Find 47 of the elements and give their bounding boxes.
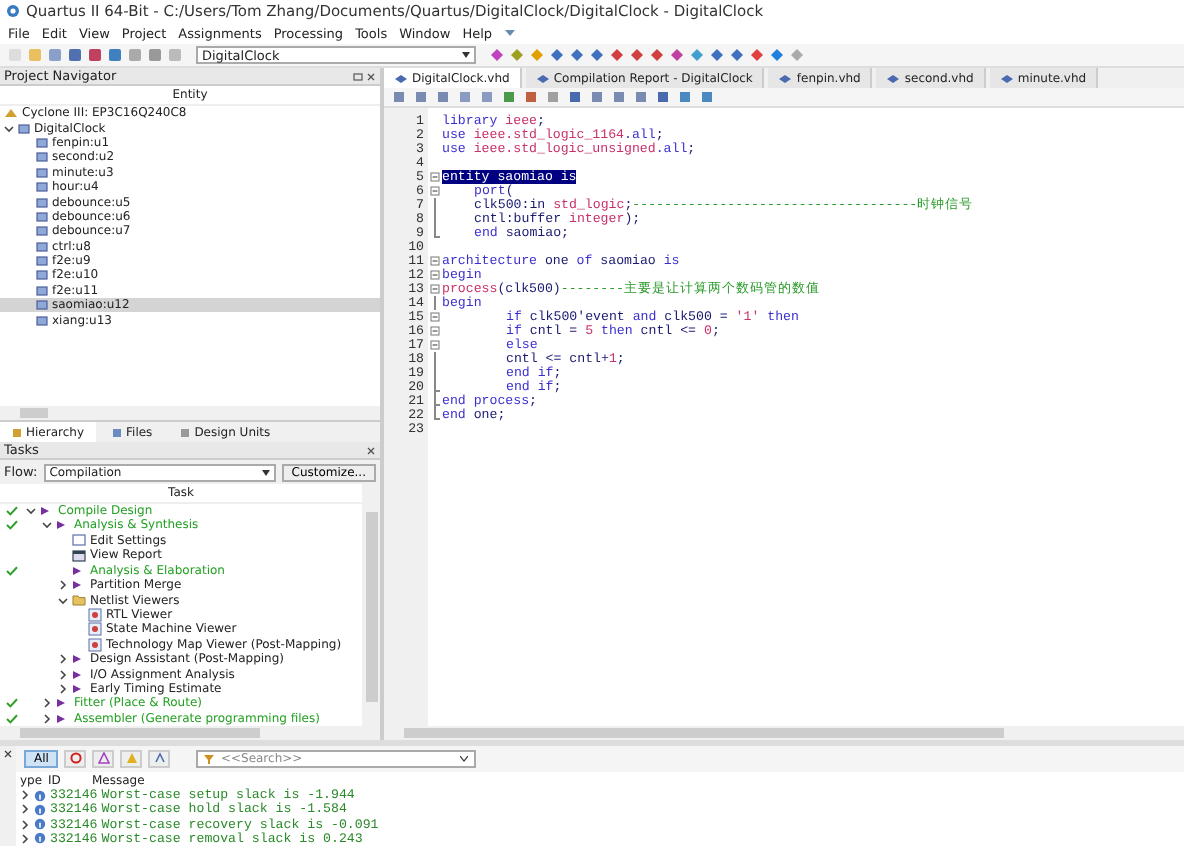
close-icon[interactable]	[4, 750, 12, 758]
error-icon	[69, 752, 82, 765]
chevron-right-icon[interactable]	[58, 684, 68, 695]
dropdown-arrow-icon	[462, 52, 470, 58]
fold-icon[interactable]	[430, 186, 440, 196]
chevron-right-icon[interactable]	[42, 698, 52, 709]
file-icon	[535, 73, 550, 83]
pin-icon[interactable]	[504, 28, 517, 38]
window-icon	[72, 534, 86, 547]
folder-icon	[72, 594, 86, 607]
file-icon	[886, 73, 901, 83]
fold-icon[interactable]	[430, 270, 440, 280]
chevron-down-icon[interactable]	[58, 595, 68, 606]
chevron-right-icon[interactable]	[58, 580, 68, 591]
chevron-right-icon[interactable]	[58, 669, 68, 680]
warning-filter-button[interactable]	[92, 749, 115, 768]
fold-icon[interactable]	[430, 256, 440, 266]
scrollbar[interactable]	[0, 406, 380, 420]
file-icon	[778, 73, 793, 83]
close-icon[interactable]	[352, 71, 376, 81]
tab-icon	[180, 427, 191, 437]
chevron-down-icon[interactable]	[26, 505, 36, 516]
error-filter-button[interactable]	[64, 749, 87, 768]
flag-filter-button[interactable]	[148, 749, 171, 768]
scrollbar[interactable]	[384, 726, 1184, 740]
chevron-down-icon[interactable]	[4, 123, 14, 134]
fold-icon[interactable]	[430, 312, 440, 322]
chevron-right-icon[interactable]	[42, 713, 52, 724]
scrollbar[interactable]	[362, 484, 380, 726]
table-icon	[72, 549, 86, 562]
fold-icon[interactable]	[430, 284, 440, 294]
tab-icon	[12, 427, 22, 437]
file-icon	[394, 73, 408, 83]
warning-icon	[97, 752, 110, 765]
chevron-right-icon[interactable]	[58, 654, 68, 665]
filter-icon	[204, 753, 215, 764]
dropdown-arrow-icon	[261, 469, 270, 475]
tab-icon	[112, 427, 123, 437]
fold-icon[interactable]	[430, 340, 440, 350]
flag-icon	[153, 752, 166, 765]
file-icon	[999, 73, 1014, 83]
chip-icon	[4, 108, 18, 119]
warning-icon	[125, 752, 138, 765]
scrollbar[interactable]	[0, 726, 380, 740]
chevron-down-icon[interactable]	[42, 520, 52, 531]
fold-icon[interactable]	[430, 326, 440, 336]
fold-icon[interactable]	[430, 172, 440, 182]
